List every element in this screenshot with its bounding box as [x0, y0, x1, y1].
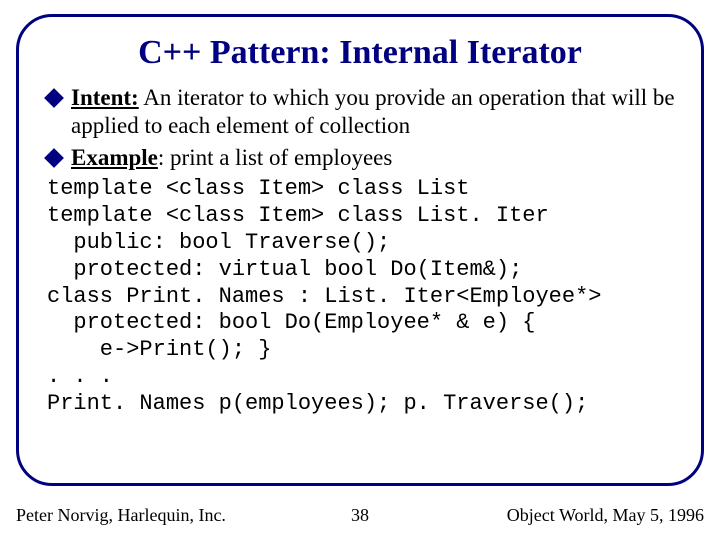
footer: Peter Norvig, Harlequin, Inc. 38 Object …: [16, 505, 704, 526]
slide: C++ Pattern: Internal Iterator Intent: A…: [0, 0, 720, 540]
footer-event: Object World, May 5, 1996: [507, 505, 704, 526]
bullet-desc: An iterator to which you provide an oper…: [71, 85, 675, 138]
bullet-intent: Intent: An iterator to which you provide…: [45, 84, 675, 140]
code-block: template <class Item> class List templat…: [47, 176, 675, 417]
footer-author: Peter Norvig, Harlequin, Inc.: [16, 505, 226, 526]
bullet-label: Example: [71, 145, 158, 170]
bullet-diamond-icon: [44, 148, 64, 168]
bullet-text: Intent: An iterator to which you provide…: [71, 84, 675, 140]
slide-title: C++ Pattern: Internal Iterator: [45, 33, 675, 72]
bullet-desc: : print a list of employees: [158, 145, 392, 170]
bullet-text: Example: print a list of employees: [71, 144, 675, 172]
bullet-diamond-icon: [44, 88, 64, 108]
slide-frame: C++ Pattern: Internal Iterator Intent: A…: [16, 14, 704, 486]
bullet-example: Example: print a list of employees: [45, 144, 675, 172]
slide-body: Intent: An iterator to which you provide…: [45, 84, 675, 418]
bullet-label: Intent:: [71, 85, 139, 110]
